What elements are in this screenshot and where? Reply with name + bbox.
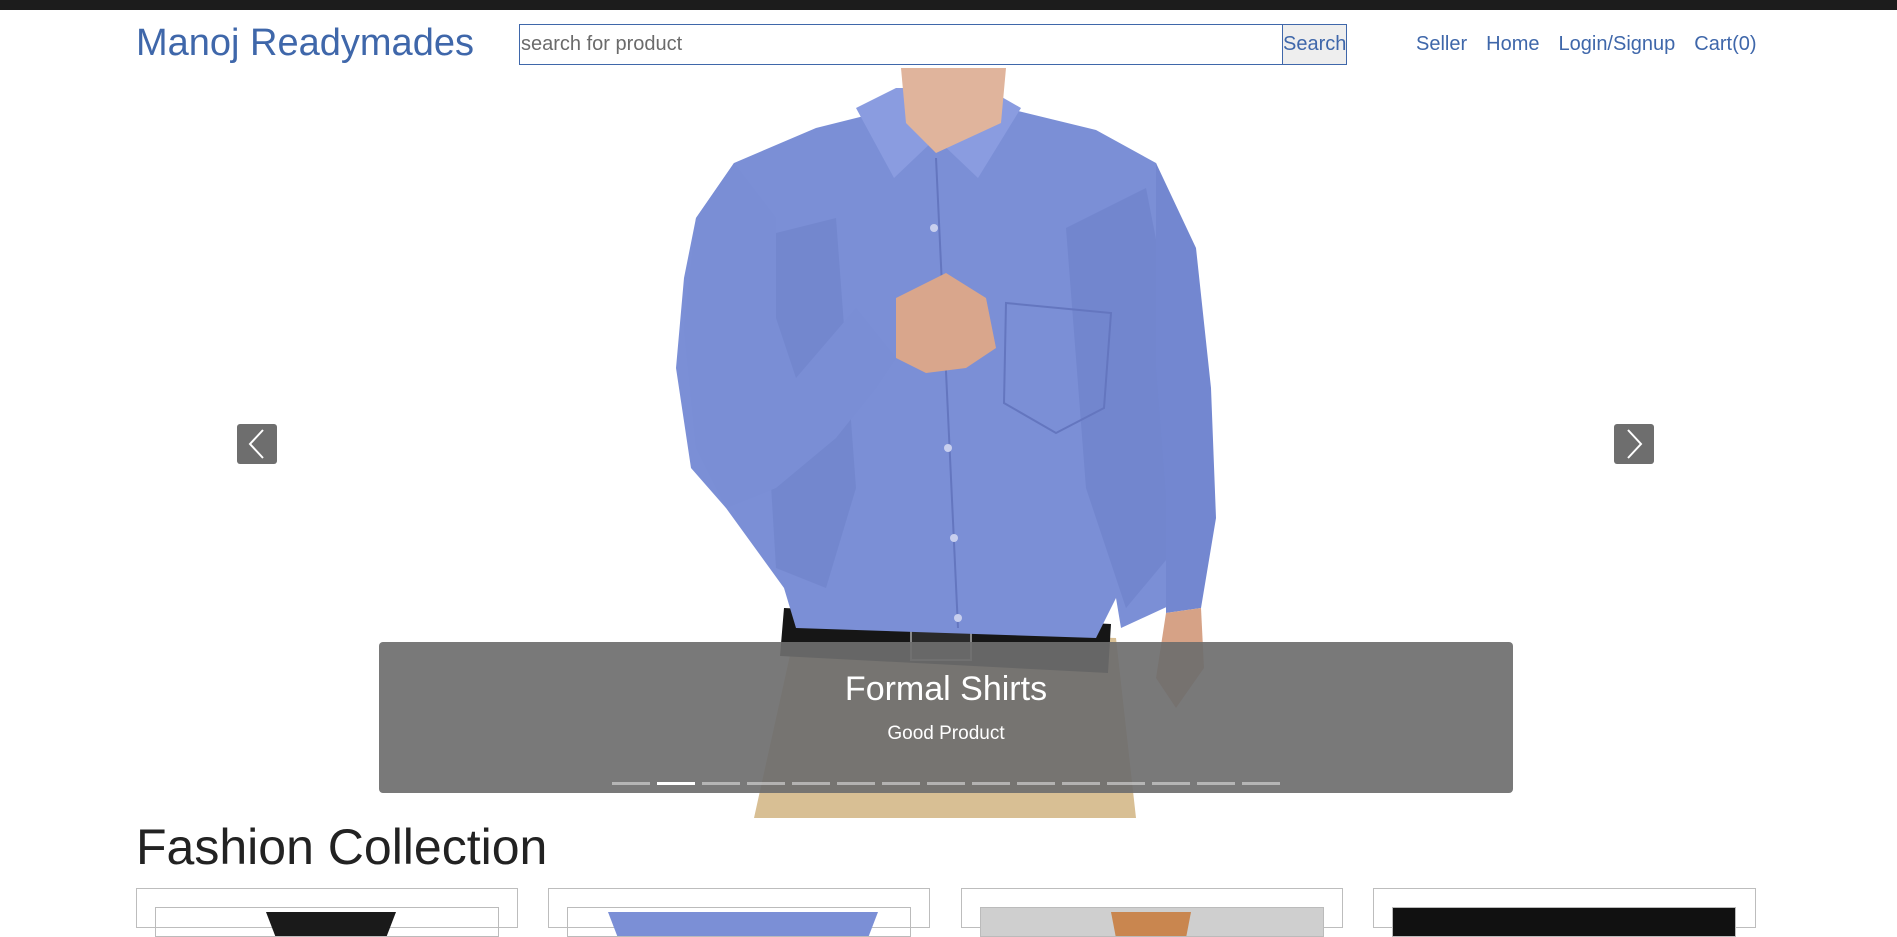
- product-image: [155, 907, 499, 937]
- carousel-indicator[interactable]: [1062, 782, 1100, 785]
- product-thumbnail: [266, 912, 396, 936]
- carousel-indicator[interactable]: [657, 782, 695, 785]
- carousel-indicator[interactable]: [1017, 782, 1055, 785]
- chevron-left-icon: [248, 429, 264, 459]
- brand-logo[interactable]: Manoj Readymades: [136, 22, 474, 65]
- caption-text: Good Product: [887, 723, 1005, 744]
- window-top-bar: [0, 0, 1897, 10]
- carousel-indicator[interactable]: [792, 782, 830, 785]
- product-image: [567, 907, 911, 937]
- section-title: Fashion Collection: [136, 819, 548, 875]
- nav-home[interactable]: Home: [1486, 33, 1539, 56]
- product-thumbnail: [1393, 908, 1735, 936]
- carousel-indicators: [136, 782, 1756, 785]
- chevron-right-icon: [1627, 429, 1643, 459]
- caption-title: Formal Shirts: [844, 670, 1048, 708]
- nav-seller[interactable]: Seller: [1416, 33, 1467, 56]
- carousel-indicator[interactable]: [1197, 782, 1235, 785]
- product-image: [980, 907, 1324, 937]
- carousel-next-button[interactable]: [1614, 424, 1654, 464]
- product-card[interactable]: [1373, 888, 1756, 937]
- product-thumbnail: [981, 908, 1323, 936]
- main-nav: Seller Home Login/Signup Cart(0): [1416, 33, 1757, 56]
- search-button[interactable]: Search: [1282, 25, 1346, 64]
- carousel-indicator[interactable]: [702, 782, 740, 785]
- carousel-indicator[interactable]: [1107, 782, 1145, 785]
- product-card[interactable]: [961, 888, 1343, 937]
- nav-login-signup[interactable]: Login/Signup: [1559, 33, 1676, 56]
- carousel-caption: Formal Shirts Good Product: [379, 642, 1513, 793]
- product-card[interactable]: [136, 888, 518, 937]
- product-thumbnail: [608, 912, 878, 936]
- carousel-indicator[interactable]: [972, 782, 1010, 785]
- carousel-indicator[interactable]: [837, 782, 875, 785]
- carousel-indicator[interactable]: [1152, 782, 1190, 785]
- carousel-indicator[interactable]: [927, 782, 965, 785]
- carousel-indicator[interactable]: [882, 782, 920, 785]
- nav-cart[interactable]: Cart(0): [1694, 33, 1756, 56]
- carousel-indicator[interactable]: [1242, 782, 1280, 785]
- product-card[interactable]: [548, 888, 930, 937]
- search-bar: Search: [519, 24, 1347, 65]
- search-input[interactable]: [520, 25, 1282, 64]
- product-image: [1392, 907, 1736, 937]
- carousel-indicator[interactable]: [747, 782, 785, 785]
- carousel-prev-button[interactable]: [237, 424, 277, 464]
- hero-carousel: Formal Shirts Good Product: [136, 68, 1756, 818]
- carousel-indicator[interactable]: [612, 782, 650, 785]
